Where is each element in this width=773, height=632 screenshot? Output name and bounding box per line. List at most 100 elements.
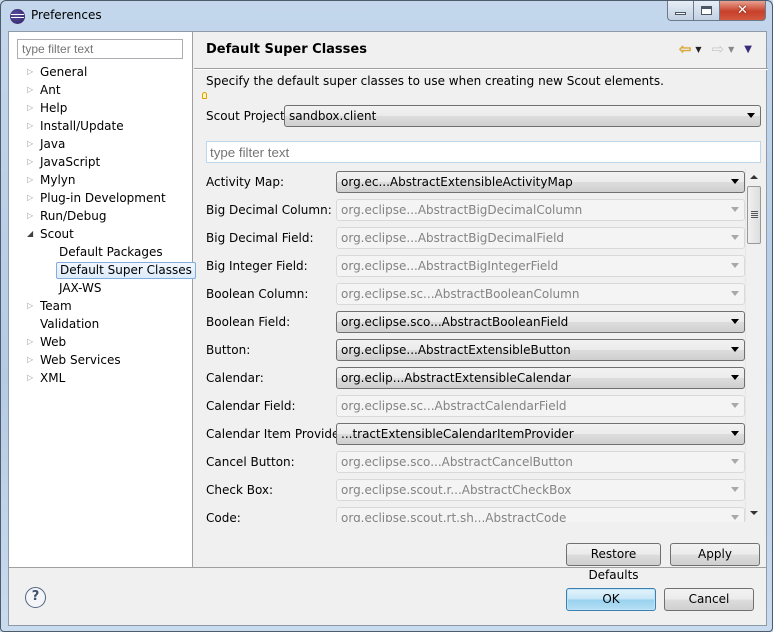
collapsed-twisty-icon[interactable]: ▷: [27, 207, 37, 225]
tree-item[interactable]: ◢ Scout: [9, 225, 192, 243]
super-class-row: Check Box: org.eclipse.scout.r...Abstract…: [194, 476, 754, 504]
vertical-scrollbar[interactable]: [745, 169, 762, 521]
super-class-label: Calendar:: [206, 371, 264, 385]
collapsed-twisty-icon[interactable]: ▷: [27, 99, 37, 117]
restore-defaults-button[interactable]: Restore Defaults: [566, 543, 661, 582]
tree-item[interactable]: ▷ General: [9, 63, 192, 81]
tree-item-label: Plug-in Development: [40, 191, 166, 205]
super-class-select[interactable]: org.ec...AbstractExtensibleActivityMap: [336, 171, 745, 193]
super-class-value: org.eclipse...AbstractExtensibleButton: [341, 343, 571, 357]
super-class-row: Boolean Field: org.eclipse.sco...Abstract…: [194, 308, 754, 336]
tree-item[interactable]: ▷ Java: [9, 135, 192, 153]
super-class-value: org.eclipse.sc...AbstractCalendarField: [341, 399, 567, 413]
tree-item-label: Default Super Classes: [56, 262, 196, 279]
tree-item[interactable]: ▷ Web: [9, 333, 192, 351]
super-class-filter-input[interactable]: [206, 141, 761, 163]
super-class-label: Big Decimal Column:: [206, 203, 332, 217]
collapsed-twisty-icon[interactable]: ▷: [27, 135, 37, 153]
page-navigation: ⇦ ▼ ⇨ ▼ ▼: [679, 42, 752, 57]
preference-page: Default Super Classes ⇦ ▼ ⇨ ▼ ▼ Specify …: [194, 32, 768, 582]
super-class-select: org.eclipse...AbstractBigIntegerField: [336, 255, 745, 277]
tree-item[interactable]: ▷ Run/Debug: [9, 207, 192, 225]
help-icon[interactable]: ?: [25, 587, 46, 608]
chevron-down-icon: [731, 319, 739, 324]
super-class-label: Calendar Field:: [206, 399, 296, 413]
collapsed-twisty-icon[interactable]: ▷: [27, 369, 37, 387]
collapsed-twisty-icon[interactable]: ▷: [27, 351, 37, 369]
collapsed-twisty-icon[interactable]: ▷: [27, 171, 37, 189]
collapsed-twisty-icon[interactable]: ▷: [27, 297, 37, 315]
tree-filter-input[interactable]: [17, 39, 183, 59]
tree-item[interactable]: Default Super Classes: [9, 261, 196, 279]
chevron-down-icon: [731, 515, 739, 520]
super-class-value: org.eclipse...AbstractBigDecimalColumn: [341, 203, 583, 217]
tree-item[interactable]: ▷ Mylyn: [9, 171, 192, 189]
cancel-button[interactable]: Cancel: [664, 588, 754, 611]
preferences-window: Preferences ✕ ▷General▷Ant▷Help▷Install/…: [0, 0, 773, 632]
forward-arrow-icon: ⇨: [711, 40, 725, 58]
super-class-value: org.eclipse.scout.rt.sh...AbstractCode: [341, 511, 567, 522]
tree-item-label: General: [40, 65, 88, 79]
super-class-select: org.eclipse...AbstractBigDecimalColumn: [336, 199, 745, 221]
super-class-label: Check Box:: [206, 483, 274, 497]
scroll-up-icon[interactable]: [750, 175, 758, 179]
super-class-select[interactable]: org.eclipse.sco...AbstractBooleanField: [336, 311, 745, 333]
super-class-row: Code: org.eclipse.scout.rt.sh...AbstractC…: [194, 504, 754, 522]
super-class-row: Button: org.eclipse...AbstractExtensibleB…: [194, 336, 754, 364]
collapsed-twisty-icon[interactable]: ▷: [27, 333, 37, 351]
window-controls: ✕: [667, 1, 766, 21]
tree-item[interactable]: ▷ Team: [9, 297, 192, 315]
collapsed-twisty-icon[interactable]: ▷: [27, 189, 37, 207]
tree-item-label: Web: [40, 335, 67, 349]
collapsed-twisty-icon[interactable]: ▷: [27, 153, 37, 171]
tree-item-label: Default Packages: [59, 245, 163, 259]
super-class-row: Calendar Item Provider: ...tractExtensibl…: [194, 420, 754, 448]
scroll-down-icon[interactable]: [750, 511, 758, 515]
tree-item-label: JAX-WS: [59, 281, 102, 295]
tree-item[interactable]: ▷ Plug-in Development: [9, 189, 192, 207]
super-class-select: org.eclipse.scout.r...AbstractCheckBox: [336, 479, 745, 501]
tree-item[interactable]: ▷ Web Services: [9, 351, 192, 369]
super-class-label: Boolean Field:: [206, 315, 291, 329]
super-class-select[interactable]: org.eclip...AbstractExtensibleCalendar: [336, 367, 745, 389]
super-class-row: Boolean Column: org.eclipse.sc...Abstract…: [194, 280, 754, 308]
tree-item[interactable]: ▷ XML: [9, 369, 192, 387]
super-class-select[interactable]: ...tractExtensibleCalendarItemProvider: [336, 423, 745, 445]
tree-item[interactable]: ▷ Install/Update: [9, 117, 192, 135]
chevron-down-icon: [731, 207, 739, 212]
scrollbar-thumb[interactable]: [747, 186, 761, 244]
expanded-twisty-icon[interactable]: ◢: [27, 225, 37, 243]
super-class-value: ...tractExtensibleCalendarItemProvider: [341, 427, 574, 441]
back-arrow-icon[interactable]: ⇦: [679, 42, 692, 57]
super-class-select[interactable]: org.eclipse...AbstractExtensibleButton: [336, 339, 745, 361]
ok-button[interactable]: OK: [566, 588, 656, 611]
super-class-label: Big Integer Field:: [206, 259, 308, 273]
tree-item[interactable]: JAX-WS: [9, 279, 192, 297]
super-class-value: org.ec...AbstractExtensibleActivityMap: [341, 175, 573, 189]
chevron-down-icon: [731, 431, 739, 436]
chevron-down-icon: [731, 459, 739, 464]
apply-button[interactable]: Apply: [670, 543, 760, 566]
scout-project-select[interactable]: sandbox.client: [284, 105, 761, 127]
title-bar[interactable]: Preferences ✕: [1, 1, 772, 31]
super-class-label: Boolean Column:: [206, 287, 309, 301]
back-history-dropdown-icon[interactable]: ▼: [695, 45, 701, 54]
view-menu-icon[interactable]: ▼: [744, 44, 752, 55]
super-class-value: org.eclipse.sco...AbstractCancelButton: [341, 455, 573, 469]
tree-item[interactable]: ▷ Ant: [9, 81, 192, 99]
tree-item[interactable]: Validation: [9, 315, 192, 333]
tree-item[interactable]: ▷ JavaScript: [9, 153, 192, 171]
super-class-select: org.eclipse.sco...AbstractCancelButton: [336, 451, 745, 473]
close-button[interactable]: ✕: [720, 1, 766, 21]
super-class-row: Big Decimal Field: org.eclipse...Abstract…: [194, 224, 754, 252]
chevron-down-icon: [731, 235, 739, 240]
tree-item-label: Run/Debug: [40, 209, 107, 223]
maximize-button[interactable]: [694, 1, 720, 21]
collapsed-twisty-icon[interactable]: ▷: [27, 117, 37, 135]
minimize-button[interactable]: [667, 1, 694, 21]
collapsed-twisty-icon[interactable]: ▷: [27, 81, 37, 99]
minimize-icon: [675, 11, 686, 15]
tree-item[interactable]: Default Packages: [9, 243, 192, 261]
tree-item[interactable]: ▷ Help: [9, 99, 192, 117]
collapsed-twisty-icon[interactable]: ▷: [27, 63, 37, 81]
